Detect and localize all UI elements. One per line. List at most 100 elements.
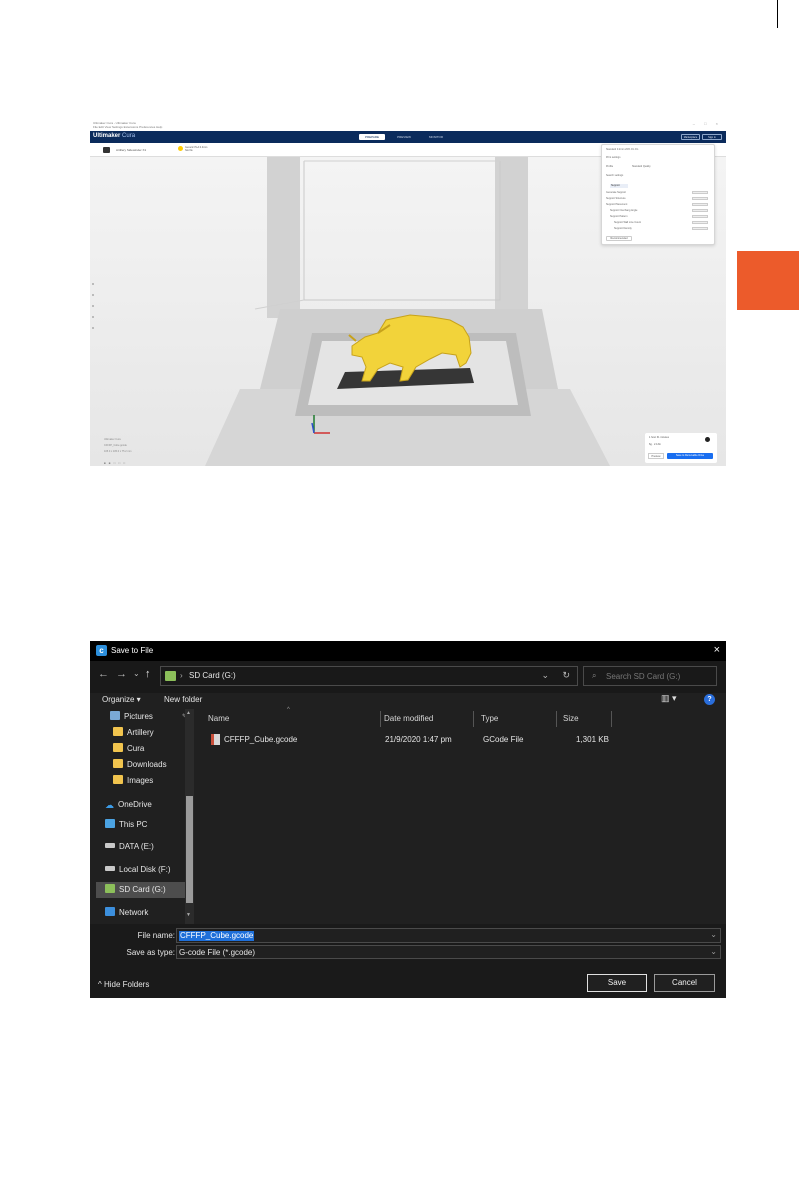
support-blocker-icon[interactable] [92, 327, 94, 329]
view-options-icon[interactable]: ▥ ▾ [661, 693, 677, 704]
sidebar-item-images[interactable]: Images [113, 773, 153, 789]
sidebar-item-this-pc[interactable]: This PC [105, 817, 147, 833]
setting-field[interactable] [692, 215, 708, 218]
up-arrow-icon[interactable]: ↑ [145, 668, 151, 680]
printer-selector[interactable]: Artillery Sidewinder X1 [116, 148, 146, 152]
sd-card-icon [165, 671, 176, 681]
organize-button[interactable]: Organize ▾ [102, 695, 141, 704]
file-row[interactable]: CFFFP_Cube.gcode 21/9/2020 1:47 pm GCode… [200, 731, 720, 748]
window-controls[interactable]: – □ × [693, 122, 722, 126]
cura-window: Ultimaker Cura - Ultimaker Cura File Edi… [90, 120, 726, 466]
tab-monitor[interactable]: MONITOR [423, 134, 449, 140]
refresh-icon[interactable]: ↻ [562, 670, 570, 681]
hide-folders-button[interactable]: ^ Hide Folders [98, 980, 149, 989]
print-time: 1 hour 31 minutes [649, 436, 670, 439]
scroll-down-icon[interactable]: ▼ [186, 912, 191, 918]
sidebar-item-label: OneDrive [118, 800, 152, 809]
tab-prepare[interactable]: PREPARE [359, 134, 385, 140]
scrollbar-thumb[interactable] [186, 796, 193, 903]
drive-icon [105, 866, 115, 871]
file-list-header: ^ Name Date modified Type Size [200, 707, 720, 727]
sidebar-item-cura[interactable]: Cura [113, 741, 144, 757]
print-settings-summary[interactable]: Standard 0.2mm 20% On On [606, 148, 638, 151]
material-selector[interactable]: Generic PLA 0.4mm Nozzle [185, 146, 215, 152]
info-icon[interactable] [705, 437, 710, 442]
column-divider[interactable] [611, 711, 612, 727]
forward-arrow-icon[interactable]: → [116, 668, 127, 680]
back-arrow-icon[interactable]: ← [98, 668, 109, 680]
column-divider[interactable] [556, 711, 557, 727]
rotate-tool-icon[interactable] [92, 305, 94, 307]
output-panel: 1 hour 31 minutes 6g · 2.13m Preview Sav… [645, 433, 717, 463]
profile-selector[interactable]: Standard Quality [632, 165, 651, 168]
sidebar-item-label: Artillery [127, 728, 154, 737]
cura-menu-bar[interactable]: File Edit View Settings Extensions Prefe… [93, 125, 723, 129]
breadcrumb-location[interactable]: SD Card (G:) [189, 671, 236, 680]
sidebar-item-artillery[interactable]: Artillery [113, 725, 154, 741]
recommended-button[interactable]: Recommended [606, 236, 632, 241]
search-box[interactable]: ⌕ [583, 666, 717, 686]
sidebar-item-onedrive[interactable]: ☁ OneDrive [105, 797, 152, 813]
folder-icon [113, 759, 123, 768]
settings-category-support[interactable]: Support [610, 184, 628, 188]
chevron-down-icon[interactable]: ⌄ [541, 670, 549, 681]
sidebar-item-label: DATA (E:) [119, 842, 154, 851]
close-icon[interactable]: × [714, 644, 720, 656]
address-bar[interactable]: › SD Card (G:) ⌄ ↻ [160, 666, 578, 686]
sort-caret-icon: ^ [287, 707, 290, 713]
tab-preview[interactable]: PREVIEW [391, 134, 417, 140]
setting-field[interactable] [692, 221, 708, 224]
setting-row: Support Structure [606, 197, 626, 200]
column-header-type[interactable]: Type [481, 714, 498, 723]
marketplace-button[interactable]: Marketplace [681, 134, 700, 140]
sidebar-item-downloads[interactable]: Downloads [113, 757, 167, 773]
save-options-area: File name: CFFFP_Cube.gcode ⌄ Save as ty… [90, 924, 726, 998]
sign-in-button[interactable]: Sign in [702, 134, 722, 140]
search-icon: ⌕ [592, 671, 597, 680]
sidebar-item-label: This PC [119, 820, 148, 829]
cancel-button[interactable]: Cancel [654, 974, 715, 992]
column-divider[interactable] [380, 711, 381, 727]
column-header-name[interactable]: Name [208, 714, 229, 723]
column-header-size[interactable]: Size [563, 714, 579, 723]
sidebar-item-sd-card-g[interactable]: SD Card (G:) [96, 882, 185, 898]
search-input[interactable] [606, 670, 711, 682]
dialog-title: Save to File [111, 646, 154, 655]
sidebar-item-data-e[interactable]: DATA (E:) [105, 839, 154, 855]
save-to-removable-drive-button[interactable]: Save to Removable Drive [667, 453, 713, 459]
column-header-date-modified[interactable]: Date modified [384, 714, 433, 723]
navigation-pane: Pictures ✎ Artillery Cura Downloads Imag… [96, 709, 195, 924]
sidebar-item-network[interactable]: Network [105, 905, 148, 921]
chevron-down-icon[interactable]: ⌄ [710, 947, 717, 956]
printer-icon[interactable] [103, 147, 110, 153]
recent-locations-icon[interactable]: ⌄ [133, 669, 140, 678]
new-folder-button[interactable]: New folder [164, 695, 202, 704]
help-icon[interactable]: ? [704, 694, 715, 705]
save-type-value: G-code File (*.gcode) [179, 948, 256, 957]
save-type-select[interactable]: G-code File (*.gcode) ⌄ [176, 945, 721, 959]
column-divider[interactable] [473, 711, 474, 727]
setting-field[interactable] [692, 191, 708, 194]
save-button[interactable]: Save [587, 974, 647, 992]
setting-field[interactable] [692, 209, 708, 212]
preview-button[interactable]: Preview [648, 453, 664, 459]
sidebar-item-label: SD Card (G:) [119, 885, 166, 894]
sidebar-item-pictures[interactable]: Pictures [110, 709, 153, 725]
sidebar-item-label: Pictures [124, 712, 153, 721]
chevron-down-icon[interactable]: ⌄ [710, 930, 717, 939]
setting-field[interactable] [692, 197, 708, 200]
file-name-field[interactable]: CFFFP_Cube.gcode ⌄ [176, 928, 721, 943]
setting-field[interactable] [692, 227, 708, 230]
sidebar-item-local-disk-f[interactable]: Local Disk (F:) [105, 862, 171, 878]
scale-tool-icon[interactable] [92, 294, 94, 296]
breadcrumb-separator: › [180, 671, 183, 680]
file-name-label: File name: [137, 931, 175, 940]
file-size: 1,301 KB [576, 735, 609, 744]
view-orientation-icons[interactable]: ■■□□□ [104, 461, 128, 465]
move-tool-icon[interactable] [92, 283, 94, 285]
crop-mark [777, 0, 778, 28]
scroll-up-icon[interactable]: ▲ [186, 710, 191, 716]
setting-field[interactable] [692, 203, 708, 206]
settings-search[interactable]: Search settings [606, 174, 623, 177]
mirror-tool-icon[interactable] [92, 316, 94, 318]
